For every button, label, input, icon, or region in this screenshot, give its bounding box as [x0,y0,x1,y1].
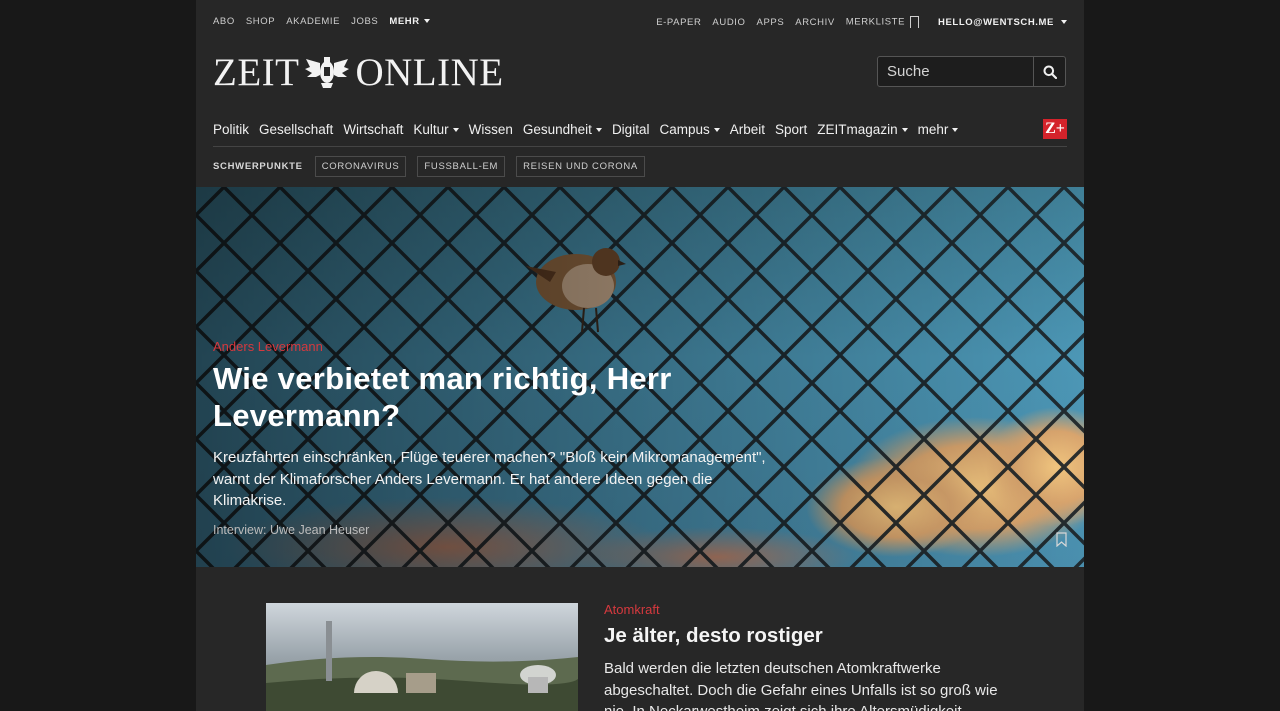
page: ABO SHOP AKADEMIE JOBS MEHR E-PAPER AUDI… [196,0,1084,711]
topbar-link-apps[interactable]: APPS [757,17,785,28]
search-button[interactable] [1033,57,1065,86]
chevron-down-icon [901,127,908,132]
article-kicker: Atomkraft [604,602,660,617]
site-logo[interactable]: ZEIT ONLINE [213,50,504,94]
hero-teaser: Kreuzfahrten einschränken, Flüge teuerer… [213,449,766,509]
nav-item-gesellschaft[interactable]: Gesellschaft [259,122,333,137]
merkliste-label: MERKLISTE [845,16,906,28]
nav-item-mehr[interactable]: mehr [918,122,959,137]
hero-byline: Interview: Uwe Jean Heuser [213,523,370,537]
nav-item-sport[interactable]: Sport [775,122,807,137]
nav-item-kultur[interactable]: Kultur [413,121,459,137]
topbar-link-abo[interactable]: ABO [213,16,235,27]
chevron-down-icon [595,127,602,132]
topbar-link-jobs[interactable]: JOBS [351,16,378,27]
search-input[interactable] [878,57,1035,86]
eagle-crest-icon [305,57,350,88]
account-menu[interactable]: HELLO@WENTSCH.ME [938,17,1067,28]
logo-text-zeit: ZEIT [213,50,300,94]
nav-item-label: mehr [917,121,949,137]
topbar-mehr-label: MEHR [389,16,420,27]
bookmark-icon [910,16,920,29]
chevron-down-icon [713,127,720,132]
zplus-logo-button[interactable]: Z+ [1043,119,1067,139]
nav-item-arbeit[interactable]: Arbeit [730,122,765,137]
hero-article[interactable]: Anders Levermann Wie verbietet man richt… [196,187,1084,567]
topic-tag-fussball-em[interactable]: FUSSBALL-EM [417,155,506,177]
schwerpunkte-label: SCHWERPUNKTE [213,160,303,172]
topbar-mehr-dropdown[interactable]: MEHR [389,16,430,27]
nav-item-zeitmagazin[interactable]: ZEITmagazin [817,121,908,137]
topbar-link-akademie[interactable]: AKADEMIE [286,16,340,27]
top-utility-bar: ABO SHOP AKADEMIE JOBS MEHR E-PAPER AUDI… [213,16,1067,30]
hero-kicker: Anders Levermann [213,339,323,354]
topic-tag-reisen-und-corona[interactable]: REISEN UND CORONA [516,155,645,177]
hero-title[interactable]: Wie verbietet man richtig, Herr Leverman… [213,360,733,434]
article-title[interactable]: Je älter, desto rostiger [604,624,823,648]
nav-divider [213,146,1067,147]
chevron-down-icon [452,127,459,132]
chevron-down-icon [423,19,430,24]
article-teaser-text: Bald werden die letzten deutschen Atomkr… [604,660,998,711]
topbar-link-audio[interactable]: AUDIO [712,17,745,28]
article-image [266,603,578,711]
schwerpunkte-bar: SCHWERPUNKTE CORONAVIRUS FUSSBALL-EM REI… [213,155,645,177]
logo-text-online: ONLINE [355,50,504,94]
topbar-link-shop[interactable]: SHOP [246,16,275,27]
bookmark-icon[interactable] [1056,532,1067,547]
main-navigation: Politik Gesellschaft Wirtschaft Kultur W… [213,121,1067,137]
nav-item-campus[interactable]: Campus [659,121,720,137]
nav-item-politik[interactable]: Politik [213,122,249,137]
nav-item-wirtschaft[interactable]: Wirtschaft [343,122,403,137]
topbar-link-epaper[interactable]: E-PAPER [656,17,701,28]
nav-item-wissen[interactable]: Wissen [469,122,513,137]
topic-tag-coronavirus[interactable]: CORONAVIRUS [314,155,407,177]
search-icon [1043,65,1057,79]
topbar-link-archiv[interactable]: ARCHIV [795,17,835,28]
nav-item-label: Gesundheit [522,121,592,137]
topbar-link-merkliste[interactable]: MERKLISTE [845,16,920,29]
nav-item-label: ZEITmagazin [817,121,898,137]
nav-item-digital[interactable]: Digital [612,122,650,137]
nav-item-label: Campus [659,121,710,137]
nav-item-label: Kultur [413,121,449,137]
account-email: HELLO@WENTSCH.ME [938,16,1054,28]
chevron-down-icon [952,127,959,132]
chevron-down-icon [1061,19,1067,24]
nav-item-gesundheit[interactable]: Gesundheit [523,122,602,137]
search-box [877,56,1066,87]
